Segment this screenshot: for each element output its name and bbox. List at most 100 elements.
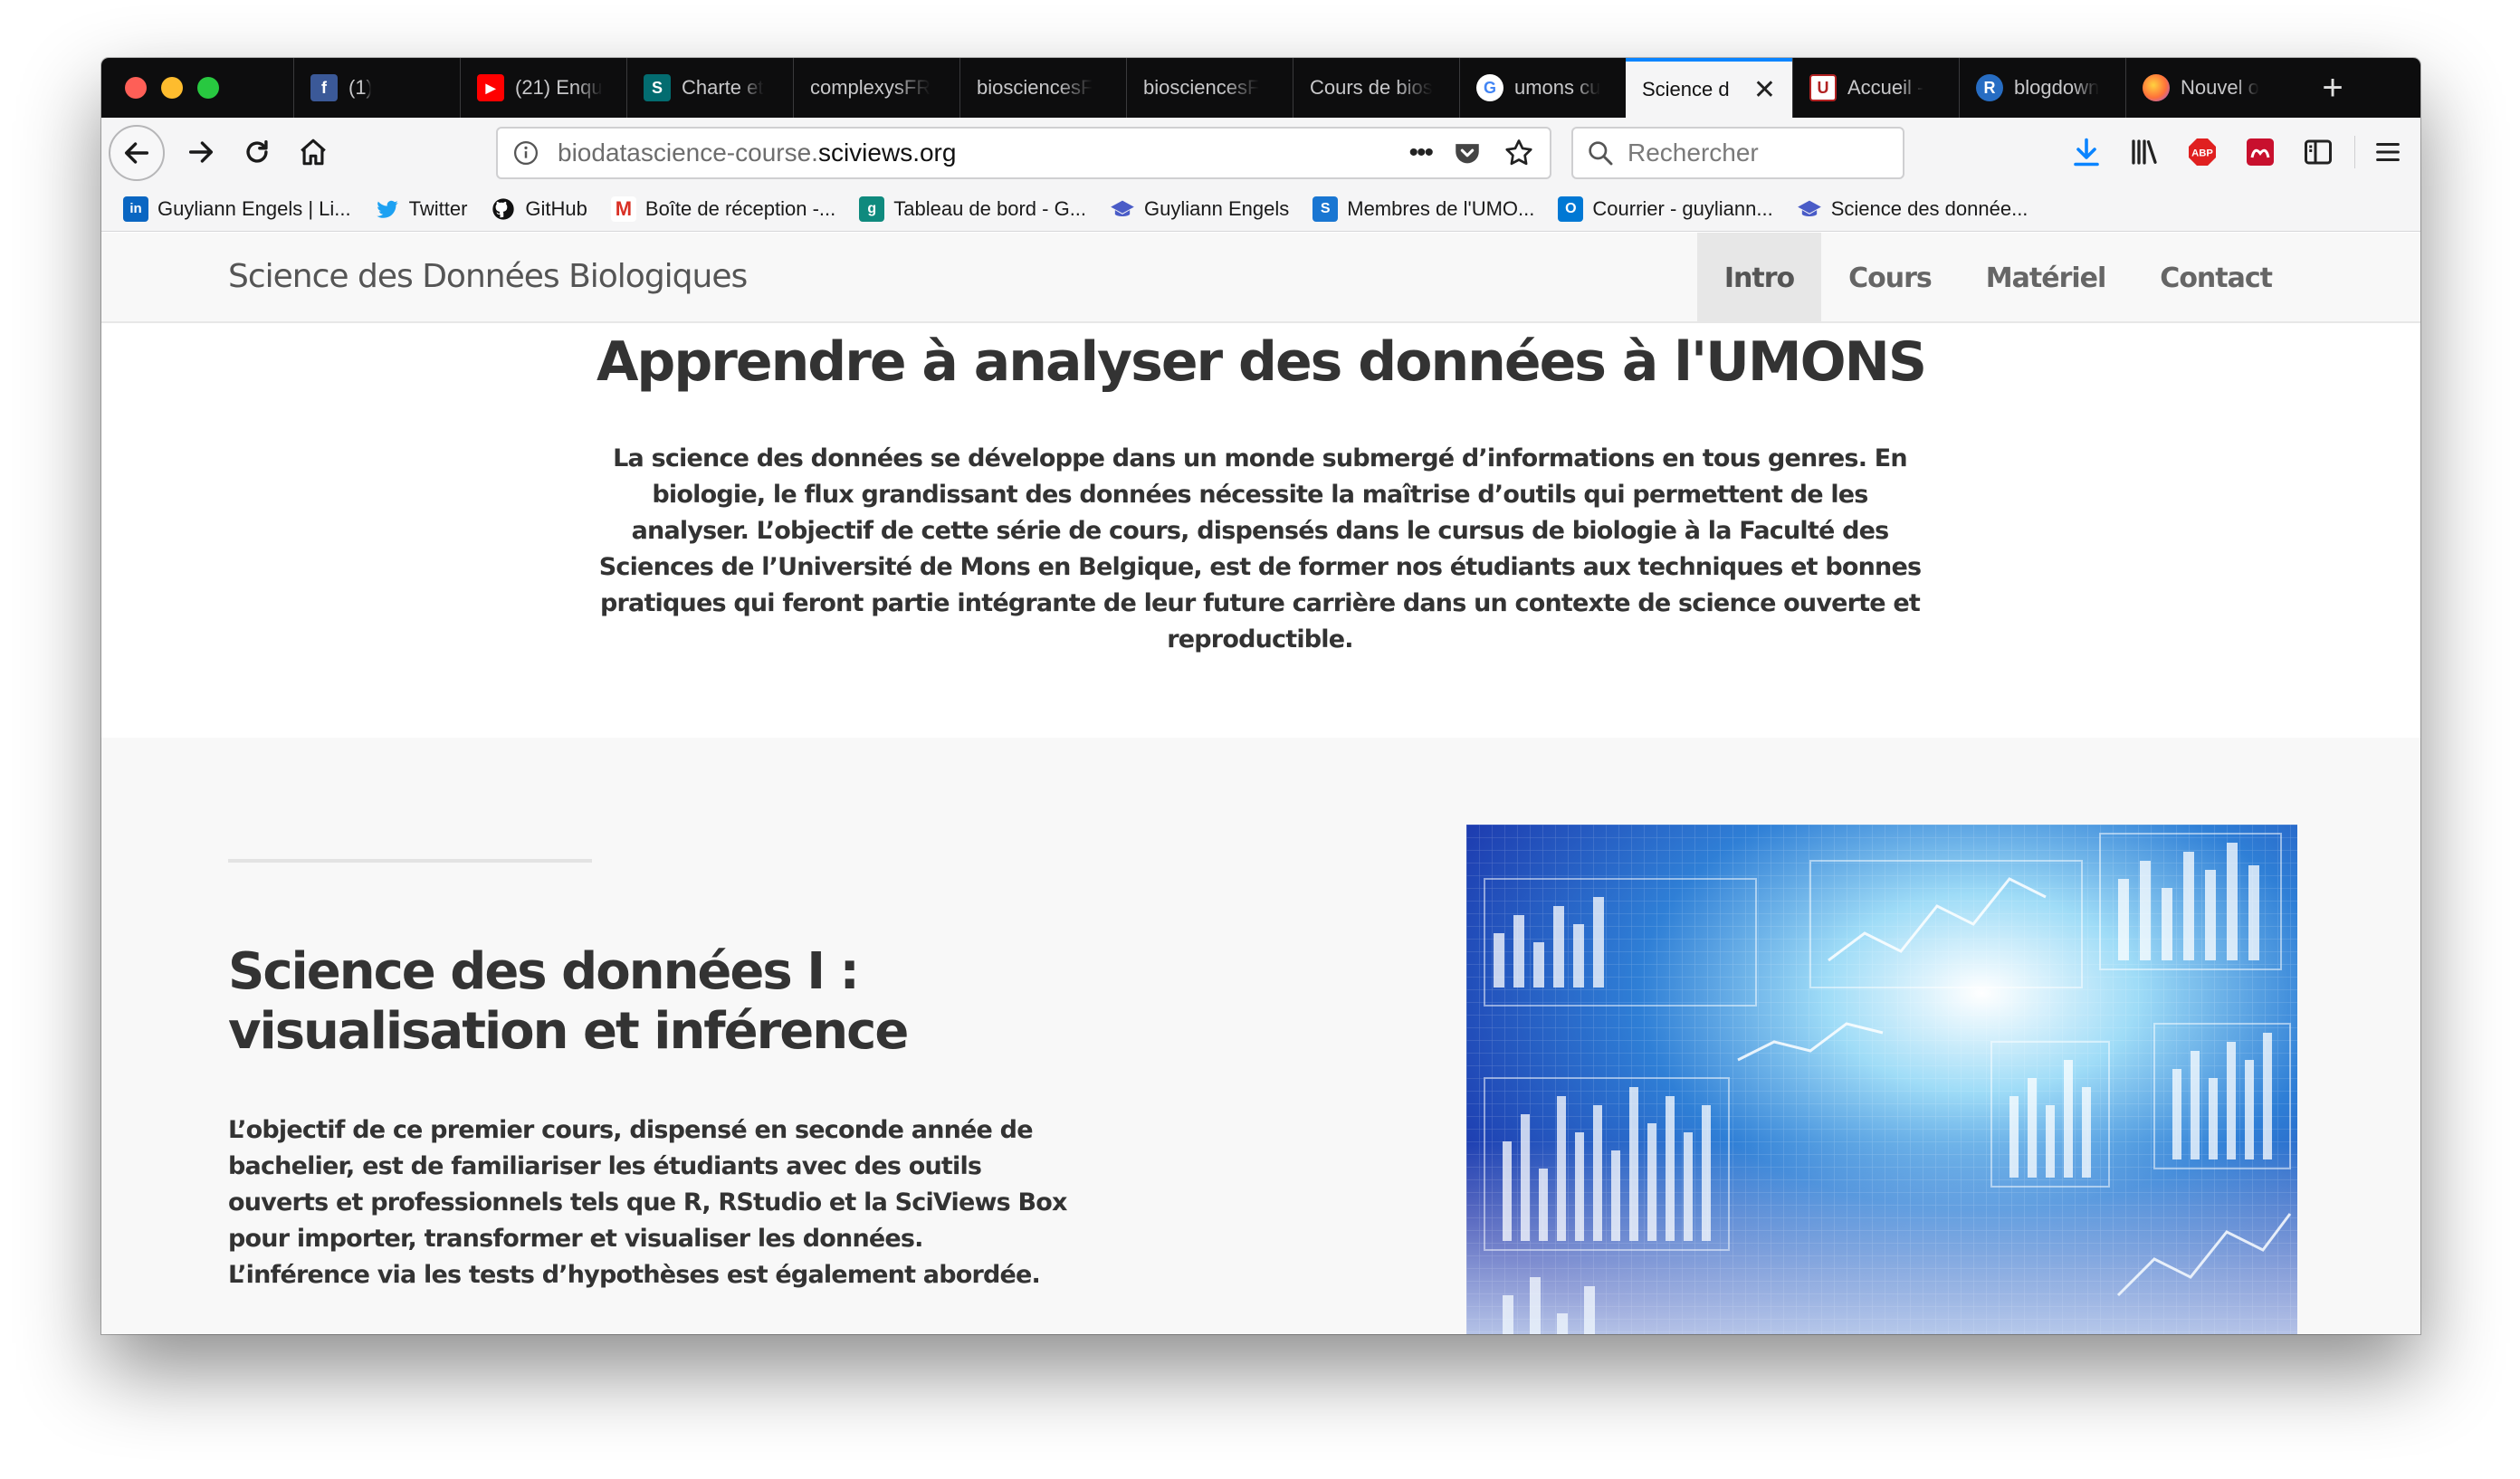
twitter-icon: [376, 200, 398, 218]
linkedin-icon: in: [123, 196, 148, 222]
hero-text: La science des données se développe dans…: [598, 444, 1922, 654]
section-text: L’objectif de ce premier cours, dispensé…: [228, 1116, 1067, 1289]
tab-title: (21) Enqu: [515, 76, 603, 99]
site-brand[interactable]: Science des Données Biologiques: [228, 258, 748, 295]
url-bar[interactable]: biodatascience-course.sciviews.org •••: [496, 127, 1551, 179]
back-button[interactable]: [109, 125, 165, 181]
close-window-button[interactable]: [125, 77, 147, 99]
bookmark-label: GitHub: [525, 196, 587, 220]
outlook-icon: O: [1558, 196, 1584, 222]
search-icon: [1589, 141, 1613, 166]
tab-title: Science d: [1642, 78, 1730, 100]
youtube-icon: ▶: [477, 74, 504, 101]
tab-accueil[interactable]: U Accueil -: [1792, 58, 1959, 118]
downloads-button[interactable]: [2061, 127, 2112, 177]
bookmark-linkedin[interactable]: in Guyliann Engels | Li...: [123, 196, 351, 222]
hamburger-menu-icon: [2376, 142, 2400, 162]
tab-cours[interactable]: Cours de bios: [1293, 58, 1459, 118]
reload-icon: [246, 139, 268, 163]
sharepoint-icon: S: [1312, 196, 1339, 222]
tab-complexys[interactable]: complexysFR: [793, 58, 959, 118]
r-icon: R: [1976, 74, 2003, 101]
data-charts-image: [1466, 825, 2297, 1334]
menu-item-materiel[interactable]: Matériel: [1959, 233, 2133, 323]
tab-biosciences-2[interactable]: biosciencesF: [1126, 58, 1293, 118]
firefox-icon: [2143, 74, 2170, 101]
bookmark-membres[interactable]: S Membres de l'UMO...: [1312, 196, 1534, 222]
download-icon: [2074, 138, 2099, 167]
url-domain: sciviews.org: [817, 138, 957, 167]
browser-window: f (1) Faceb ▶ (21) Enqu S Charte et comp…: [101, 58, 2420, 1334]
zoom-window-button[interactable]: [197, 77, 219, 99]
facebook-icon: f: [310, 74, 338, 101]
bookmark-guyliann-engels[interactable]: Guyliann Engels: [1110, 196, 1289, 222]
bookmark-tableau-de-bord[interactable]: g Tableau de bord - G...: [859, 196, 1086, 222]
svg-text:ABP: ABP: [2191, 148, 2213, 159]
adblock-plus-icon: ABP: [2189, 138, 2216, 166]
tab-title: blogdown: [2014, 76, 2100, 99]
tab-title: biosciencesF: [1143, 76, 1260, 99]
menu-item-contact[interactable]: Contact: [2133, 233, 2299, 323]
library-button[interactable]: [2119, 127, 2170, 177]
toolbar-divider: [2354, 136, 2355, 168]
tab-title: umons cu: [1514, 76, 1601, 99]
gmail-icon: M: [610, 196, 636, 222]
navigation-toolbar: biodatascience-course.sciviews.org ••• A…: [101, 118, 2420, 186]
tab-science-active[interactable]: Science d ✕: [1626, 58, 1792, 118]
info-icon[interactable]: [512, 139, 539, 167]
section-title-line2: visualisation et inférence: [228, 1002, 909, 1061]
tab-charte[interactable]: S Charte et: [626, 58, 793, 118]
url-actions: •••: [1408, 137, 1535, 169]
tab-umons[interactable]: G umons cu: [1459, 58, 1626, 118]
tab-nouvel[interactable]: Nouvel o: [2125, 58, 2303, 118]
menu-item-cours[interactable]: Cours: [1821, 233, 1959, 323]
bookmark-label: Tableau de bord - G...: [893, 196, 1087, 220]
forward-arrow-icon: [188, 141, 214, 163]
mendeley-button[interactable]: [2235, 127, 2286, 177]
section-title-line1: Science des données I :: [228, 942, 860, 1001]
pocket-icon[interactable]: [1452, 138, 1483, 168]
tab-youtube[interactable]: ▶ (21) Enqu: [460, 58, 626, 118]
tab-title: biosciencesF: [977, 76, 1093, 99]
section-divider: [228, 859, 592, 863]
close-tab-icon[interactable]: ✕: [1742, 74, 1776, 106]
web-page: Science des Données Biologiques Intro Co…: [101, 233, 2420, 1334]
library-icon: [2132, 139, 2157, 165]
site-menu: Intro Cours Matériel Contact: [1696, 233, 2299, 323]
scholar-cap-icon: [1797, 200, 1821, 216]
bookmark-label: Science des donnée...: [1830, 196, 2028, 220]
bookmark-github[interactable]: GitHub: [491, 196, 587, 222]
bookmark-twitter[interactable]: Twitter: [375, 196, 467, 222]
tab-bar: f (1) Faceb ▶ (21) Enqu S Charte et comp…: [101, 58, 2420, 118]
bookmark-courrier[interactable]: O Courrier - guyliann...: [1558, 196, 1773, 222]
tab-biosciences-1[interactable]: biosciencesF: [959, 58, 1126, 118]
new-tab-button[interactable]: +: [2303, 58, 2362, 118]
menu-item-intro[interactable]: Intro: [1696, 233, 1822, 323]
menu-button[interactable]: [2362, 127, 2413, 177]
bookmarks-bar: in Guyliann Engels | Li... Twitter GitHu…: [101, 186, 2420, 232]
section-title: Science des données I : visualisation et…: [228, 942, 952, 1062]
search-input[interactable]: [1626, 138, 1892, 168]
home-icon: [301, 138, 326, 166]
sidebar-toggle-button[interactable]: [2293, 127, 2343, 177]
reload-button[interactable]: [232, 127, 282, 177]
minimize-window-button[interactable]: [161, 77, 183, 99]
forward-button[interactable]: [176, 127, 226, 177]
bookmark-label: Courrier - guyliann...: [1592, 196, 1773, 220]
bookmark-science-des-donnees[interactable]: Science des donnée...: [1797, 196, 2028, 222]
tab-blogdown[interactable]: R blogdown: [1959, 58, 2125, 118]
search-bar[interactable]: [1571, 127, 1904, 179]
page-actions-icon[interactable]: •••: [1408, 138, 1433, 168]
hero-title: Apprendre à analyser des données à l'UMO…: [596, 330, 1927, 394]
tab-title: Cours de bios: [1310, 76, 1433, 99]
home-button[interactable]: [288, 127, 339, 177]
bookmark-star-icon[interactable]: [1503, 137, 1535, 169]
umons-icon: U: [1809, 74, 1837, 101]
scholar-cap-icon: [1111, 200, 1134, 216]
bookmark-gmail[interactable]: M Boîte de réception -...: [610, 196, 836, 222]
tab-facebook[interactable]: f (1) Faceb: [293, 58, 387, 118]
tab-title: Accueil -: [1847, 76, 1924, 99]
bookmark-label: Boîte de réception -...: [644, 196, 836, 220]
adblock-button[interactable]: ABP: [2177, 127, 2228, 177]
sharepoint-icon: S: [644, 74, 671, 101]
